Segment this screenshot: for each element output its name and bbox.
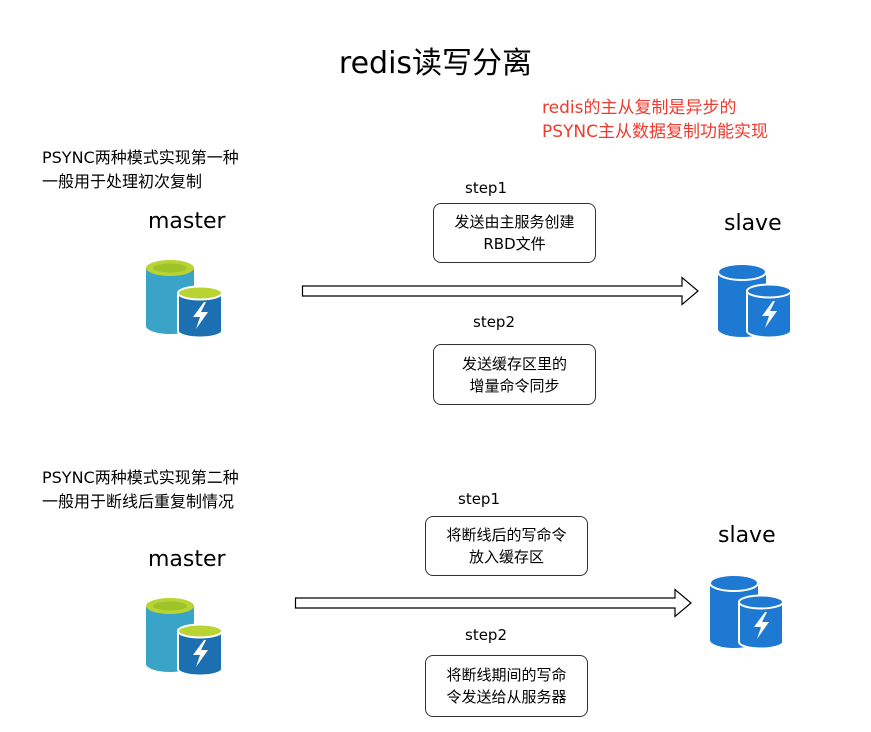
mode-one-line-1: PSYNC两种模式实现第一种 [42,148,239,167]
step2-box-2: 将断线期间的写命 令发送给从服务器 [425,655,588,717]
master-database-icon [146,598,223,677]
step2-box-1: 发送缓存区里的 增量命令同步 [433,344,596,405]
slave-label-2: slave [718,523,776,548]
master-database-icon [146,260,223,339]
slave-database-icon [709,574,784,650]
step2-box-2-line-2: 令发送给从服务器 [446,688,567,706]
step1-box-2: 将断线后的写命令 放入缓存区 [425,516,588,576]
step1-label-1: step1 [465,179,507,197]
step2-label-2: step2 [465,626,507,644]
mode-two-line-2: 一般用于断线后重复制情况 [42,492,235,511]
step1-label-2: step1 [458,490,500,508]
mode-one-line-2: 一般用于处理初次复制 [42,172,203,191]
note-line-2: PSYNC主从数据复制功能实现 [542,122,769,142]
step2-box-1-line-2: 增量命令同步 [469,376,560,395]
note-line-1: redis的主从复制是异步的 [542,98,737,118]
step2-box-1-line-1: 发送缓存区里的 [461,354,567,373]
step1-box-2-line-2: 放入缓存区 [468,548,544,566]
replication-arrow-2 [294,588,692,618]
step2-label-1: step2 [473,313,515,331]
mode-one-description: PSYNC两种模式实现第一种 一般用于处理初次复制 [42,146,239,194]
step2-box-2-line-1: 将断线期间的写命 [446,666,567,684]
async-replication-note: redis的主从复制是异步的 PSYNC主从数据复制功能实现 [542,96,768,144]
master-label-2: master [148,547,226,572]
slave-label-1: slave [724,211,782,236]
step1-box-1: 发送由主服务创建 RBD文件 [433,203,596,263]
diagram-title: redis读写分离 [338,46,533,81]
master-label-1: master [148,209,226,234]
step1-box-1-line-2: RBD文件 [483,235,546,253]
slave-database-icon [717,263,792,339]
step1-box-1-line-1: 发送由主服务创建 [454,213,575,231]
mode-two-description: PSYNC两种模式实现第二种 一般用于断线后重复制情况 [42,466,239,514]
mode-two-line-1: PSYNC两种模式实现第二种 [42,468,239,487]
step1-box-2-line-1: 将断线后的写命令 [446,526,567,544]
replication-arrow-1 [301,276,699,306]
